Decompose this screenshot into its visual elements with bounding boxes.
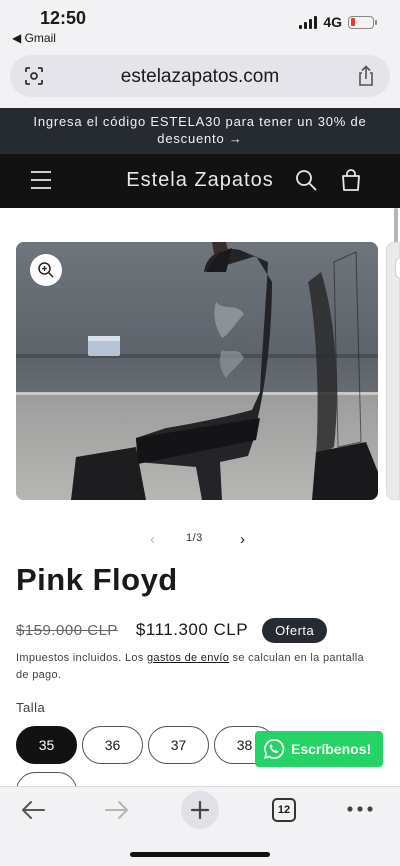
size-label: Talla: [16, 700, 46, 715]
tax-note: Impuestos incluidos. Los gastos de envío…: [16, 650, 378, 684]
browser-address-area: estelazapatos.com: [0, 50, 400, 108]
status-indicators: 4G: [299, 14, 377, 30]
whatsapp-chat-button[interactable]: Escríbenos!: [255, 731, 383, 767]
sale-price: $111.300 CLP: [135, 620, 249, 639]
status-bar: 12:50 ◀ Gmail 4G: [0, 0, 400, 50]
previous-slide-button[interactable]: ‹: [150, 531, 155, 548]
new-tab-button[interactable]: [181, 791, 219, 829]
home-indicator[interactable]: [130, 852, 270, 857]
slider-navigation: ‹ 1/3 ›: [0, 528, 400, 548]
share-icon[interactable]: [356, 65, 376, 87]
page: 12:50 ◀ Gmail 4G estelazapatos.com Ingre…: [0, 0, 400, 866]
url-text[interactable]: estelazapatos.com: [10, 66, 390, 88]
back-arrow-icon[interactable]: [20, 799, 46, 821]
announcement-bar[interactable]: Ingresa el código ESTELA30 para tener un…: [0, 108, 400, 154]
next-image-peek[interactable]: [386, 242, 400, 500]
whatsapp-label[interactable]: Escríbenos!: [291, 741, 371, 757]
slide-counter: 1/3: [186, 532, 203, 544]
product-title: Pink Floyd: [16, 562, 178, 597]
back-to-gmail-link[interactable]: ◀ Gmail: [12, 31, 56, 45]
more-icon[interactable]: [346, 799, 374, 819]
price-row: $159.000 CLP $111.300 CLP Oferta: [16, 616, 328, 644]
next-slide-button[interactable]: ›: [240, 531, 245, 548]
cart-icon[interactable]: [340, 168, 362, 192]
announcement-text[interactable]: Ingresa el código ESTELA30 para tener un…: [33, 114, 366, 146]
product-image[interactable]: [16, 242, 378, 500]
zoom-button[interactable]: [30, 254, 62, 286]
size-option-37[interactable]: 37: [148, 726, 209, 764]
site-header: Estela Zapatos: [0, 154, 400, 208]
status-time: 12:50: [40, 8, 87, 28]
size-option-36[interactable]: 36: [82, 726, 143, 764]
tax-note-prefix: Impuestos incluidos. Los: [16, 652, 148, 664]
peek-zoom-button: [395, 257, 400, 279]
network-type: 4G: [323, 14, 342, 30]
page-scrollbar[interactable]: [394, 208, 398, 246]
battery-icon: [348, 15, 377, 29]
signal-icon: [299, 15, 318, 29]
plus-icon: [190, 800, 210, 820]
battery-level: [350, 18, 355, 26]
size-option-35[interactable]: 35: [16, 726, 77, 764]
zoom-in-icon: [38, 262, 54, 278]
regular-price: $159.000 CLP: [16, 621, 118, 639]
sale-badge: Oferta: [262, 617, 328, 643]
boot-photo: [16, 242, 378, 500]
forward-arrow-icon[interactable]: [104, 799, 130, 821]
whatsapp-icon: [264, 738, 285, 759]
tabs-icon[interactable]: 12: [272, 798, 296, 822]
shipping-link[interactable]: gastos de envío: [147, 652, 229, 664]
address-bar[interactable]: estelazapatos.com: [10, 55, 390, 97]
search-icon[interactable]: [295, 169, 317, 191]
